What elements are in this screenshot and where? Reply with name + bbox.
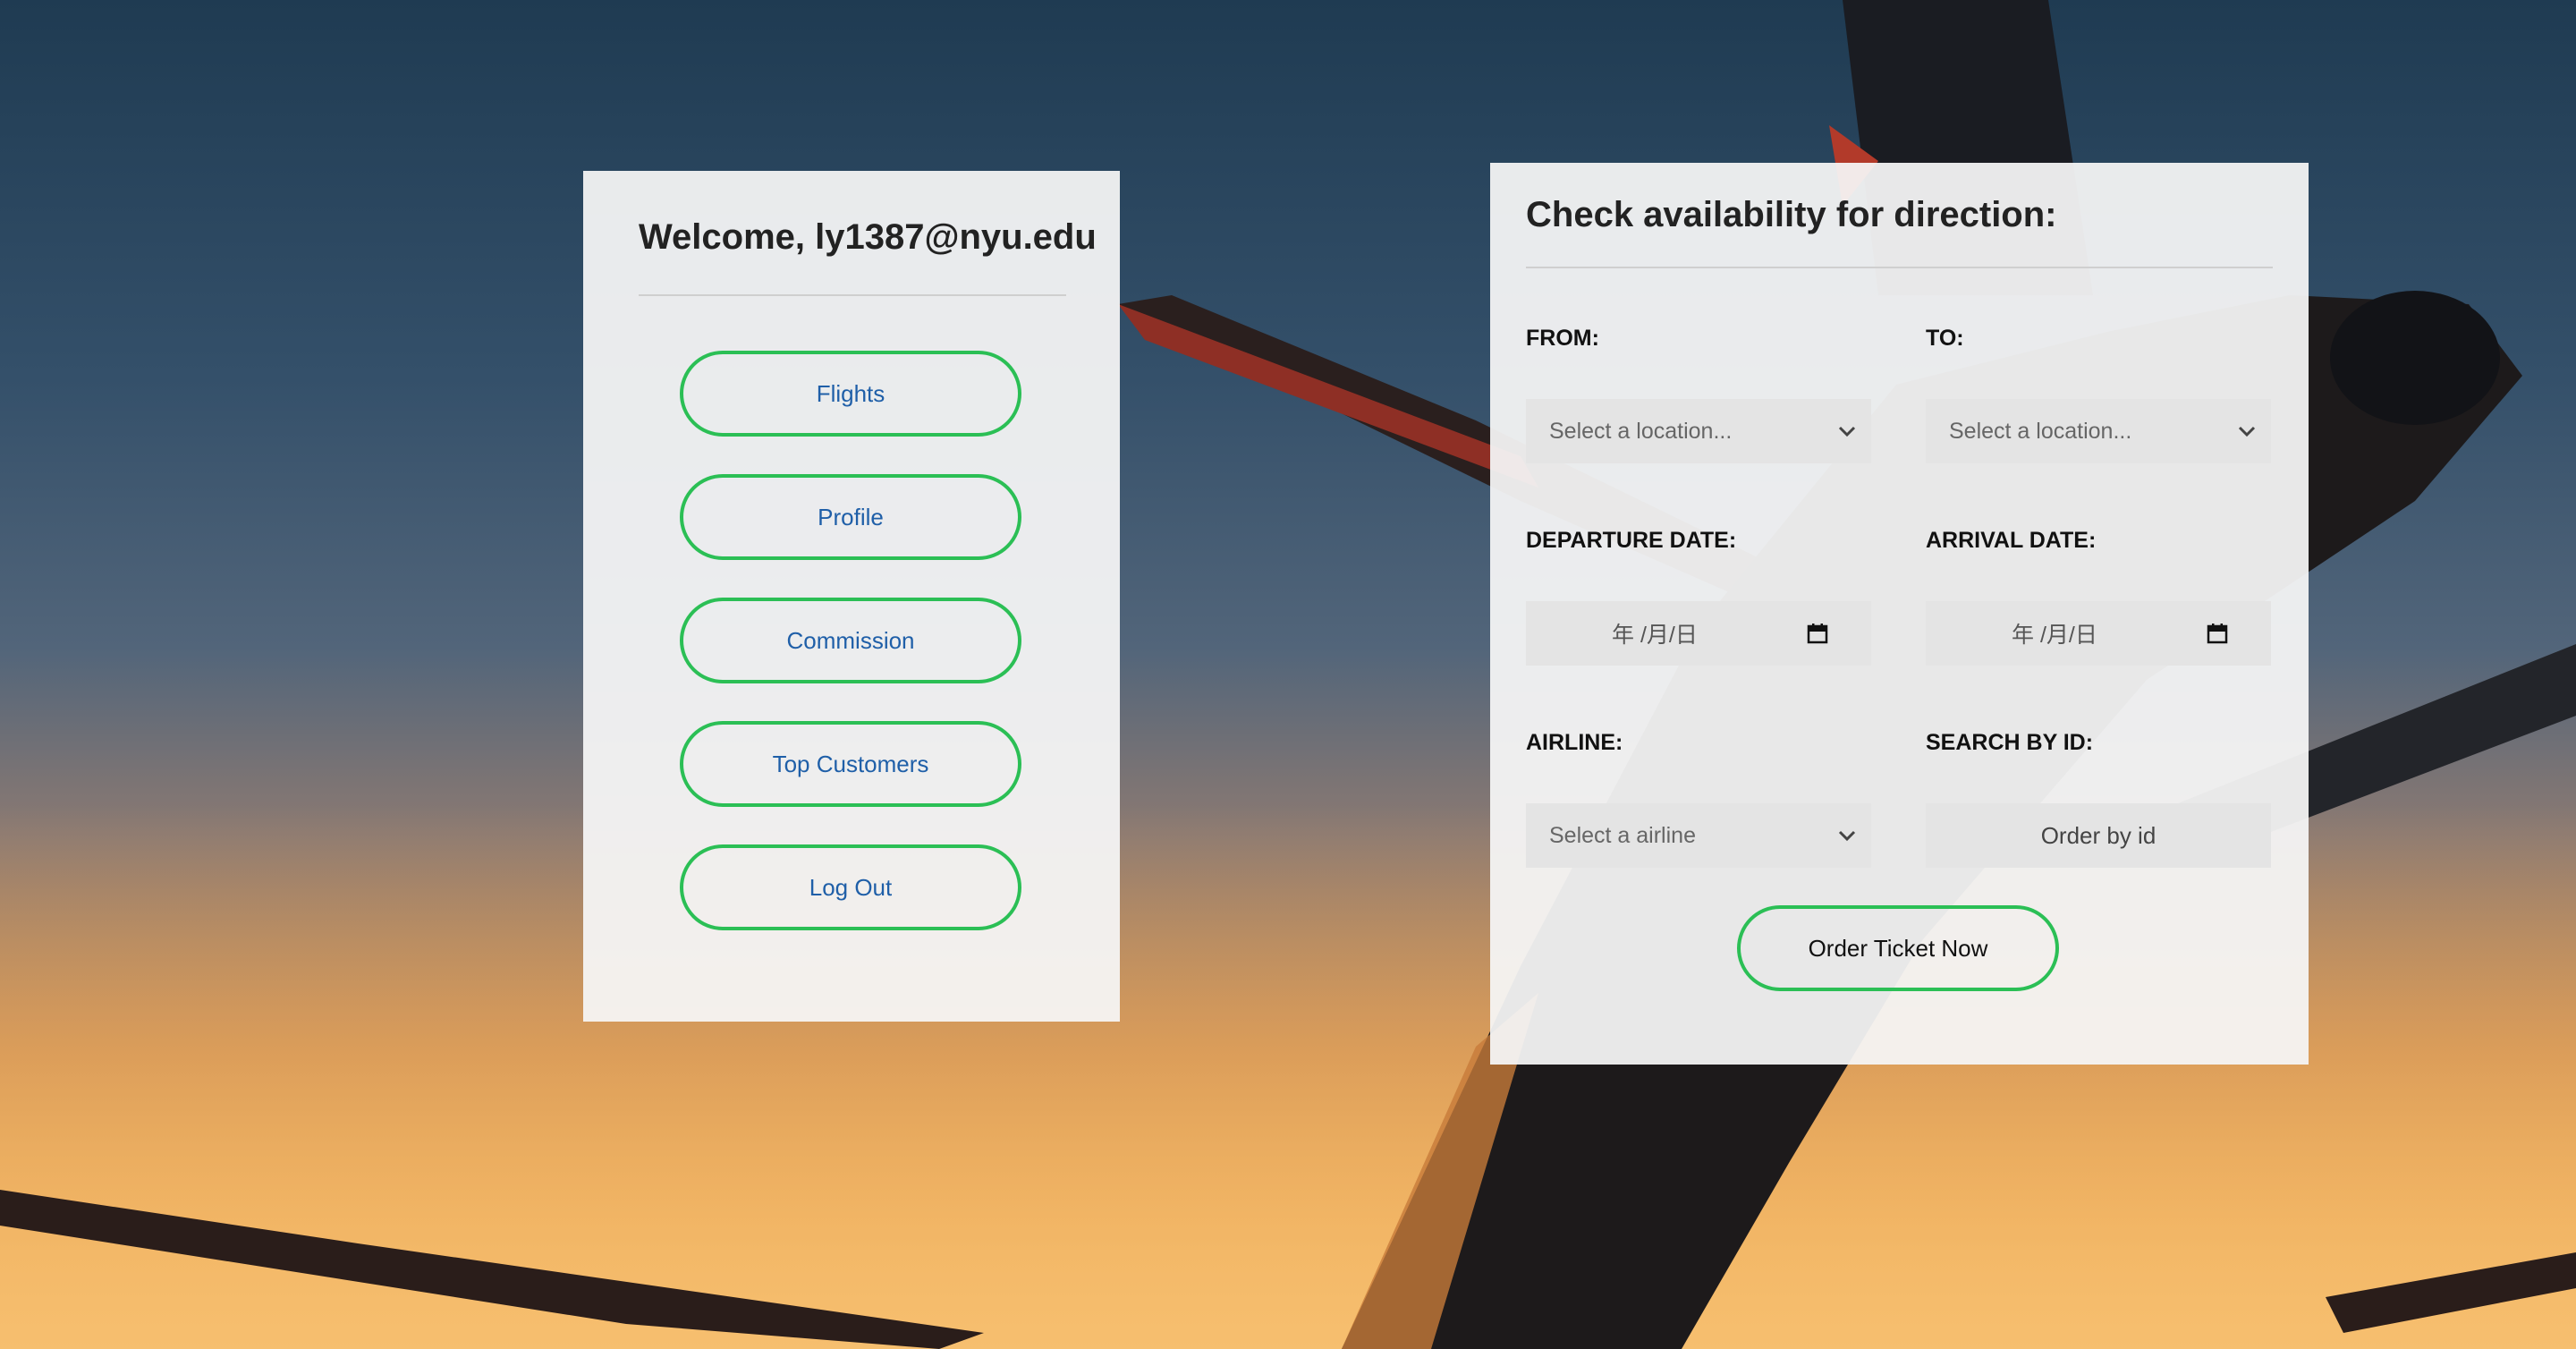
airline-select-value: Select a airline <box>1549 822 1696 848</box>
to-select[interactable]: Select a location... <box>1926 399 2271 463</box>
divider <box>1526 267 2273 268</box>
commission-button[interactable]: Commission <box>680 598 1021 683</box>
order-id-input[interactable]: Order by id <box>1926 803 2271 868</box>
log-out-button[interactable]: Log Out <box>680 844 1021 930</box>
from-label: FROM: <box>1526 326 1599 351</box>
departure-date-value: 年 /月/日 <box>1612 623 1698 648</box>
profile-button[interactable]: Profile <box>680 474 1021 560</box>
arrival-date-label: ARRIVAL DATE: <box>1926 528 2097 553</box>
search-by-id-label: SEARCH BY ID: <box>1926 730 2094 755</box>
chevron-down-icon <box>1837 826 1857 845</box>
user-menu-panel: Welcome, ly1387@nyu.edu Flights Profile … <box>583 171 1120 1022</box>
from-select[interactable]: Select a location... <box>1526 399 1871 463</box>
calendar-icon[interactable] <box>1807 623 1828 644</box>
departure-date-label: DEPARTURE DATE: <box>1526 528 1737 553</box>
from-select-value: Select a location... <box>1549 418 1733 444</box>
arrival-date-input[interactable]: 年 /月/日 <box>1926 601 2271 666</box>
order-ticket-button[interactable]: Order Ticket Now <box>1737 905 2059 991</box>
airline-select[interactable]: Select a airline <box>1526 803 1871 868</box>
welcome-heading: Welcome, ly1387@nyu.edu <box>639 217 1097 257</box>
departure-date-input[interactable]: 年 /月/日 <box>1526 601 1871 666</box>
calendar-icon[interactable] <box>2207 623 2228 644</box>
to-label: TO: <box>1926 326 1964 351</box>
chevron-down-icon <box>1837 421 1857 441</box>
chevron-down-icon <box>2237 421 2257 441</box>
airline-label: AIRLINE: <box>1526 730 1623 755</box>
top-customers-button[interactable]: Top Customers <box>680 721 1021 807</box>
divider <box>639 294 1066 296</box>
order-id-placeholder: Order by id <box>2040 821 2157 849</box>
arrival-date-value: 年 /月/日 <box>2012 623 2097 648</box>
availability-search-panel: Check availability for direction: FROM: … <box>1490 163 2309 1065</box>
to-select-value: Select a location... <box>1949 418 2132 444</box>
search-title: Check availability for direction: <box>1526 195 2057 234</box>
flights-button[interactable]: Flights <box>680 351 1021 437</box>
